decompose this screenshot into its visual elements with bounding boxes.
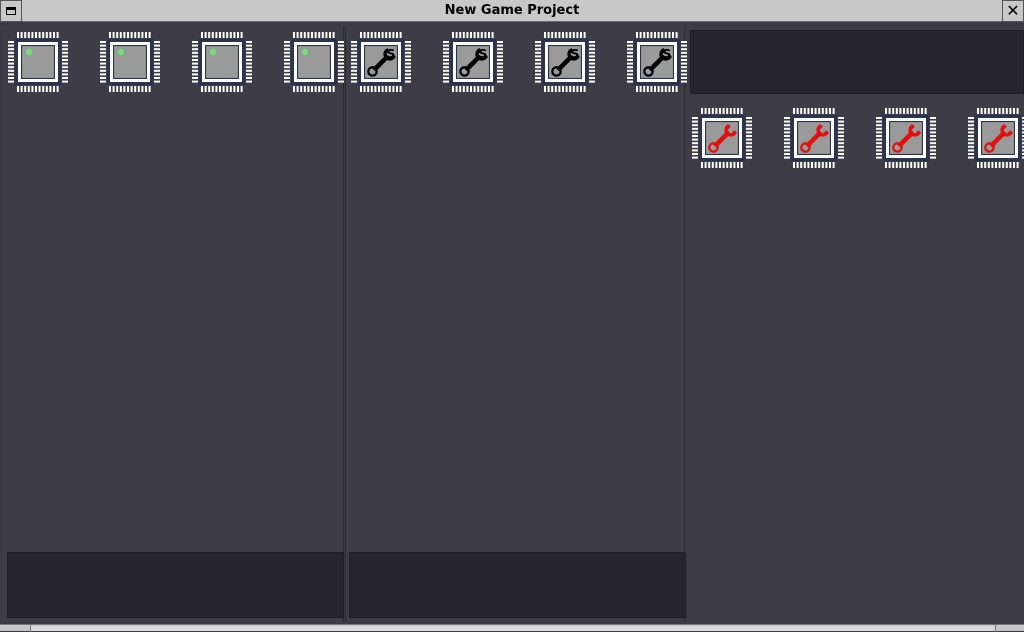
chip-red-wrench-icon[interactable] xyxy=(966,106,1024,170)
chip-red-wrench-icon[interactable] xyxy=(874,106,938,170)
panel-2-footer xyxy=(349,552,686,618)
chip-led-icon[interactable] xyxy=(190,30,254,94)
svg-text:S: S xyxy=(663,47,672,61)
panel-3 xyxy=(687,26,1024,622)
chip-led-icon[interactable] xyxy=(98,30,162,94)
panel-2: S S S S xyxy=(345,26,687,622)
close-icon: ✕ xyxy=(1006,1,1020,20)
chip-wrench-s-icon[interactable]: S xyxy=(625,30,689,94)
window-title: New Game Project xyxy=(444,3,580,18)
svg-text:S: S xyxy=(387,47,396,61)
chip-wrench-s-icon[interactable]: S xyxy=(441,30,505,94)
chip-led-icon[interactable] xyxy=(6,30,70,94)
chip-led-icon[interactable] xyxy=(282,30,346,94)
chip-red-wrench-icon[interactable] xyxy=(690,106,754,170)
panel-1 xyxy=(2,26,344,622)
svg-text:S: S xyxy=(571,47,580,61)
scroll-thumb[interactable] xyxy=(31,626,995,631)
close-button[interactable]: ✕ xyxy=(1002,0,1024,22)
chip-wrench-s-icon[interactable]: S xyxy=(349,30,413,94)
horizontal-scrollbar[interactable] xyxy=(0,624,1024,632)
svg-text:S: S xyxy=(479,47,488,61)
panel-3-header xyxy=(690,30,1024,94)
chip-wrench-s-icon[interactable]: S xyxy=(533,30,597,94)
panel-1-footer xyxy=(7,552,344,618)
title-bar: New Game Project ✕ xyxy=(0,0,1024,22)
chip-red-wrench-icon[interactable] xyxy=(782,106,846,170)
